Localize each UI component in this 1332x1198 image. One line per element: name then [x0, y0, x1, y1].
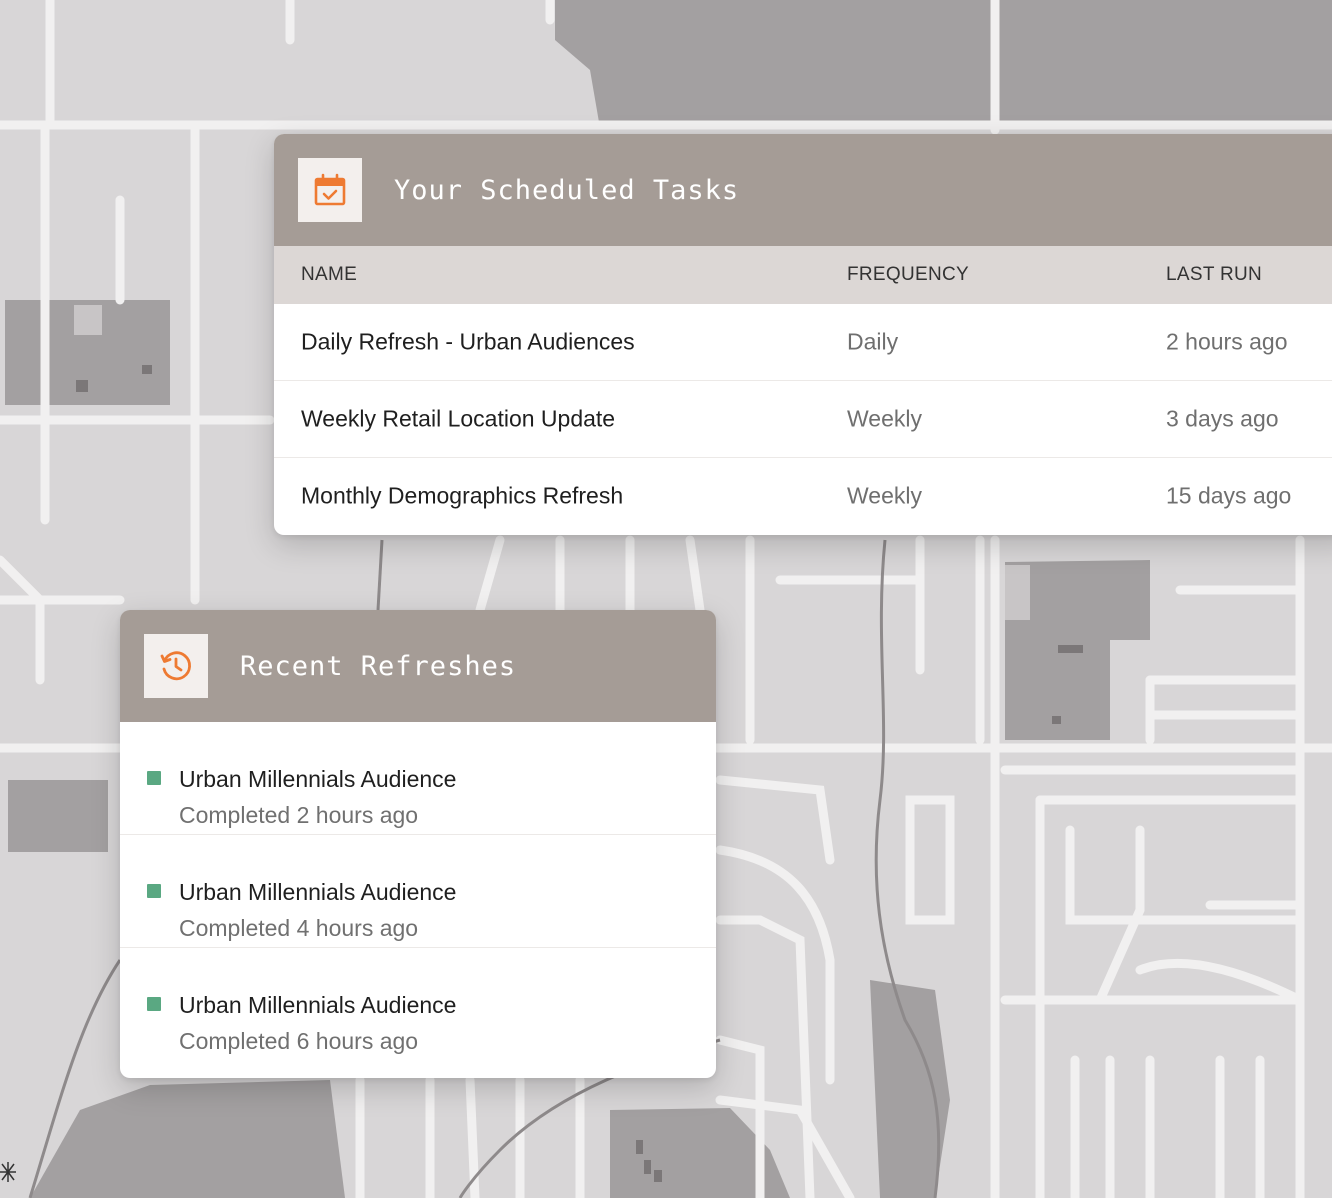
table-row[interactable]: Weekly Retail Location Update Weekly 3 d…	[274, 381, 1332, 458]
status-indicator	[147, 884, 161, 898]
table-row[interactable]: Monthly Demographics Refresh Weekly 15 d…	[274, 458, 1332, 534]
recent-refreshes-header: Recent Refreshes	[120, 610, 716, 722]
scheduled-tasks-panel: Your Scheduled Tasks NAME FREQUENCY LAST…	[274, 134, 1332, 535]
status-indicator	[147, 771, 161, 785]
table-row[interactable]: Daily Refresh - Urban Audiences Daily 2 …	[274, 304, 1332, 381]
list-item[interactable]: Urban Millennials Audience Completed 4 h…	[120, 835, 716, 948]
scheduled-tasks-title: Your Scheduled Tasks	[394, 174, 740, 206]
task-frequency: Weekly	[847, 482, 922, 509]
refresh-status: Completed 6 hours ago	[179, 1028, 419, 1054]
recent-refreshes-title: Recent Refreshes	[240, 650, 517, 682]
column-header-name[interactable]: NAME	[301, 264, 357, 286]
history-icon	[144, 634, 208, 698]
map-attribution-icon	[0, 1162, 16, 1182]
recent-refreshes-panel: Recent Refreshes Urban Millennials Audie…	[120, 610, 716, 1078]
column-header-last-run[interactable]: LAST RUN	[1166, 264, 1262, 286]
task-name: Weekly Retail Location Update	[301, 405, 616, 432]
task-last-run: 15 days ago	[1166, 482, 1292, 509]
task-last-run: 2 hours ago	[1166, 328, 1288, 355]
table-header: NAME FREQUENCY LAST RUN	[274, 246, 1332, 304]
list-item[interactable]: Urban Millennials Audience Completed 6 h…	[120, 948, 716, 1060]
task-frequency: Weekly	[847, 405, 922, 432]
task-frequency: Daily	[847, 328, 899, 355]
refresh-status: Completed 2 hours ago	[179, 802, 419, 828]
refresh-status: Completed 4 hours ago	[179, 915, 419, 941]
list-item[interactable]: Urban Millennials Audience Completed 2 h…	[120, 722, 716, 835]
scheduled-tasks-header: Your Scheduled Tasks	[274, 134, 1332, 246]
calendar-check-icon	[298, 158, 362, 222]
refresh-title: Urban Millennials Audience	[179, 766, 457, 792]
task-name: Daily Refresh - Urban Audiences	[301, 328, 635, 355]
refresh-title: Urban Millennials Audience	[179, 879, 457, 905]
task-name: Monthly Demographics Refresh	[301, 482, 624, 509]
column-header-frequency[interactable]: FREQUENCY	[847, 264, 969, 286]
task-last-run: 3 days ago	[1166, 405, 1279, 432]
refresh-title: Urban Millennials Audience	[179, 992, 457, 1018]
status-indicator	[147, 997, 161, 1011]
